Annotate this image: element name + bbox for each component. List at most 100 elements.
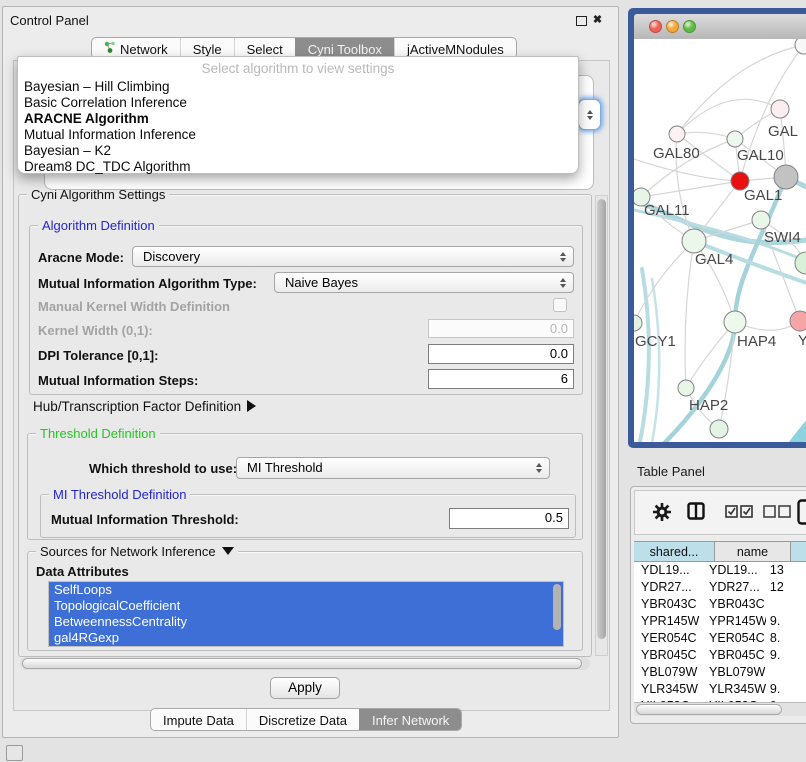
algorithm-definition-group: Algorithm Definition Aracne Mode: Discov… xyxy=(29,225,583,395)
minimize-window-icon[interactable] xyxy=(666,20,679,33)
manual-kernel-checkbox[interactable] xyxy=(553,298,567,312)
table-cell: 13 xyxy=(766,562,806,579)
table-row[interactable]: YPR145WYPR145W9. xyxy=(634,613,806,630)
column-header[interactable] xyxy=(791,541,806,562)
table-cell: 8. xyxy=(766,630,806,647)
zoom-window-icon[interactable] xyxy=(683,20,696,33)
attribute-item[interactable]: gal4RGexp xyxy=(49,630,563,646)
data-attributes-list[interactable]: SelfLoopsTopologicalCoefficientBetweenne… xyxy=(48,581,564,647)
network-node[interactable] xyxy=(795,39,806,54)
hub-section-toggle[interactable]: Hub/Transcription Factor Definition xyxy=(33,399,256,414)
network-node[interactable] xyxy=(682,229,706,253)
network-node[interactable] xyxy=(669,126,685,142)
network-node[interactable] xyxy=(771,100,789,118)
table-row[interactable]: YLR345WYLR345W9. xyxy=(634,681,806,698)
node-label: GAL11 xyxy=(644,202,690,219)
screen: { "control_panel": { "title": "Control P… xyxy=(0,0,806,762)
tab-style[interactable]: Style xyxy=(180,38,234,58)
dropdown-item[interactable]: Mutual Information Inference xyxy=(18,127,578,143)
table-row[interactable]: YBL079WYBL079W xyxy=(634,664,806,681)
list-scrollbar[interactable] xyxy=(553,584,561,630)
float-window-icon[interactable] xyxy=(575,14,588,27)
network-window-titlebar[interactable] xyxy=(634,14,806,40)
network-node[interactable] xyxy=(790,311,806,331)
tab-jactivemnodules[interactable]: jActiveMNodules xyxy=(394,38,516,58)
table-row[interactable]: YER054CYER054C8. xyxy=(634,630,806,647)
aracne-mode-select[interactable]: Discovery xyxy=(132,246,574,267)
dropdown-item[interactable]: Bayesian – Hill Climbing xyxy=(18,79,578,95)
document-icon[interactable] xyxy=(797,499,806,530)
network-node[interactable] xyxy=(774,165,798,189)
dpi-tolerance-field[interactable]: 0.0 xyxy=(428,344,574,364)
table-row[interactable]: YDR27...YDR27...12 xyxy=(634,579,806,596)
tab-discretize-data[interactable]: Discretize Data xyxy=(246,709,359,730)
network-node[interactable] xyxy=(752,211,770,229)
table-row[interactable]: YBR043CYBR043C xyxy=(634,596,806,613)
table-cell: YBR045C xyxy=(634,647,702,664)
table-cell: YBR043C xyxy=(634,596,702,613)
dropdown-item[interactable]: Basic Correlation Inference xyxy=(18,95,578,111)
table-cell: YBR045C xyxy=(702,647,766,664)
settings-vertical-scrollbar[interactable] xyxy=(595,195,608,656)
dropdown-placeholder[interactable]: Select algorithm to view settings xyxy=(18,60,578,79)
network-node[interactable] xyxy=(678,380,694,396)
mi-type-select[interactable]: Naive Bayes xyxy=(274,272,574,293)
network-node[interactable] xyxy=(724,311,746,333)
tab-select[interactable]: Select xyxy=(234,38,295,58)
close-window-icon[interactable] xyxy=(649,20,662,33)
table-row[interactable]: YDL19...YDL19...13 xyxy=(634,562,806,579)
settings-gear-icon[interactable] xyxy=(652,502,672,522)
attribute-item[interactable]: BetweennessCentrality xyxy=(49,614,563,630)
node-label: GAL80 xyxy=(653,145,700,162)
which-threshold-select[interactable]: MI Threshold xyxy=(236,457,550,479)
table-panel: shared...name YDL19...YDL19...13YDR27...… xyxy=(630,486,806,724)
network-node[interactable] xyxy=(795,252,806,274)
dropdown-item[interactable]: Dream8 DC_TDC Algorithm xyxy=(18,159,578,175)
stepper-arrows-icon xyxy=(560,278,566,288)
select-all-icon[interactable] xyxy=(725,505,753,523)
settings-horizontal-scrollbar[interactable] xyxy=(20,657,590,670)
mini-panel-button[interactable] xyxy=(6,745,23,761)
table-cell: YPR145W xyxy=(634,613,702,630)
sources-group-title[interactable]: Sources for Network Inference xyxy=(36,544,238,559)
column-header[interactable]: name xyxy=(715,541,791,562)
mi-type-label: Mutual Information Algorithm Type: xyxy=(38,276,257,291)
close-panel-icon[interactable]: ✖ xyxy=(591,14,604,27)
expand-right-icon xyxy=(247,400,256,412)
table-cell: YLR345W xyxy=(634,681,702,698)
attribute-item[interactable]: SelfLoops xyxy=(49,582,563,598)
node-label: GAL1 xyxy=(744,187,782,204)
tab-impute-data[interactable]: Impute Data xyxy=(151,709,246,730)
columns-icon[interactable] xyxy=(687,502,705,520)
cyni-algorithm-settings-group: Cyni Algorithm Settings Algorithm Defini… xyxy=(18,194,592,657)
kernel-width-field[interactable]: 0.0 xyxy=(428,319,574,338)
mi-steps-field[interactable]: 6 xyxy=(428,369,574,389)
attr-items: SelfLoopsTopologicalCoefficientBetweenne… xyxy=(49,582,563,646)
dropdown-item[interactable]: ARACNE Algorithm xyxy=(18,111,578,127)
table-cell xyxy=(766,664,806,681)
algorithm-dropdown-popup: Select algorithm to view settings Bayesi… xyxy=(17,56,579,174)
table-cell: YDL19... xyxy=(702,562,766,579)
column-header[interactable]: shared... xyxy=(634,541,715,562)
network-canvas[interactable]: GALGAL80GAL10GAL1GAL11SWI4GAL4GCY1HAP4YH… xyxy=(634,39,806,442)
tab-cyni-toolbox[interactable]: Cyni Toolbox xyxy=(295,38,394,58)
attribute-item[interactable]: TopologicalCoefficient xyxy=(49,598,563,614)
network-node[interactable] xyxy=(727,131,743,147)
table-cell xyxy=(766,596,806,613)
network-node[interactable] xyxy=(710,420,728,438)
mi-threshold-title: MI Threshold Definition xyxy=(49,487,190,502)
tab-network[interactable]: Network xyxy=(92,38,180,58)
dropdown-item[interactable]: Bayesian – K2 xyxy=(18,143,578,159)
focused-spinner-fragment[interactable] xyxy=(578,99,601,130)
mi-threshold-field[interactable]: 0.5 xyxy=(449,508,569,529)
table-horizontal-scrollbar[interactable] xyxy=(634,702,806,716)
network-node[interactable] xyxy=(634,315,642,331)
network-icon xyxy=(104,41,116,57)
tab-infer-network[interactable]: Infer Network xyxy=(359,709,461,730)
algorithm-dropdown-list: Bayesian – Hill ClimbingBasic Correlatio… xyxy=(18,79,578,175)
table-row[interactable]: YBR045CYBR045C9. xyxy=(634,647,806,664)
apply-button[interactable]: Apply xyxy=(270,677,340,699)
cyni-bottom-tabs: Impute Data Discretize Data Infer Networ… xyxy=(150,708,462,731)
table-body[interactable]: YDL19...YDL19...13YDR27...YDR27...12YBR0… xyxy=(634,562,806,702)
deselect-all-icon[interactable] xyxy=(763,505,791,523)
